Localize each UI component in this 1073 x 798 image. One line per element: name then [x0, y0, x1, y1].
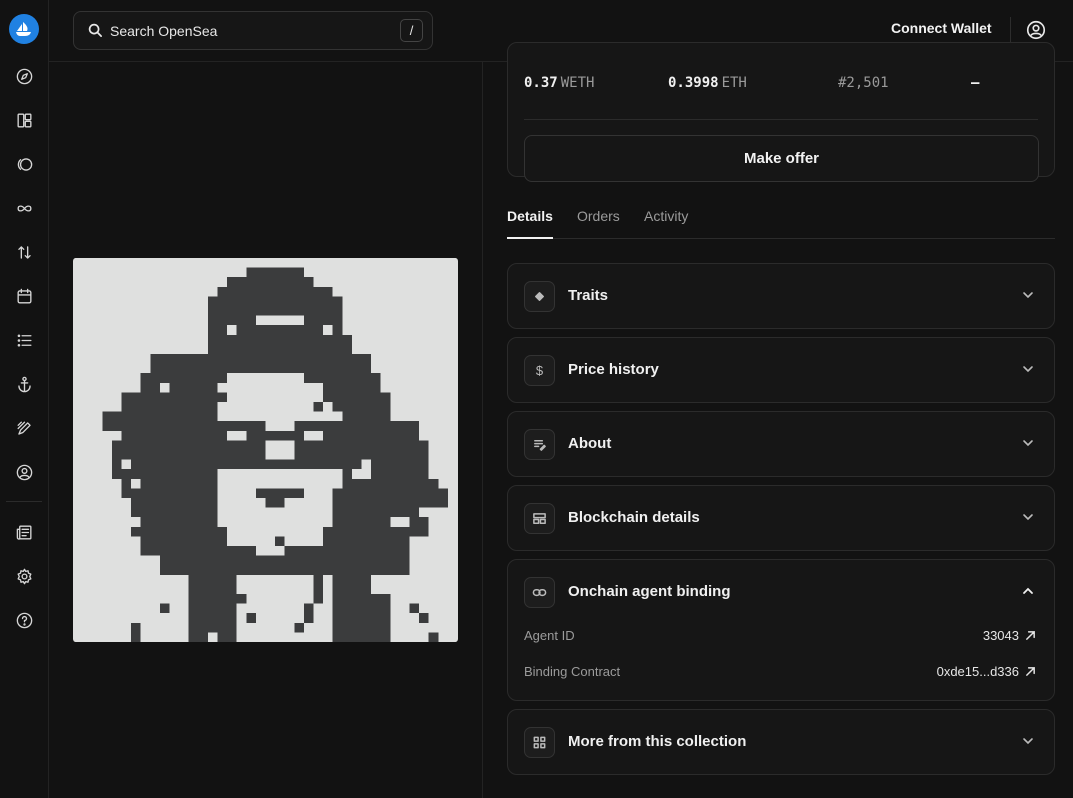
news-icon: [16, 524, 32, 540]
last-sale-unit: ETH: [721, 75, 747, 91]
account-icon[interactable]: [1025, 19, 1047, 41]
details-panel: 0.37 WETH 0.3998 ETH #2,501 – Make offer D…: [484, 42, 1073, 798]
chevron-down-icon: [1023, 366, 1033, 373]
link-icon: [524, 577, 555, 608]
calendar-icon: [16, 288, 32, 304]
agent-binding-section: Onchain agent binding Agent ID 33043 Bin…: [507, 559, 1055, 701]
blockchain-details-title: Blockchain details: [568, 509, 700, 526]
grid-icon: [524, 727, 555, 758]
make-offer-button[interactable]: Make offer: [524, 135, 1039, 182]
sidebar-item-discover[interactable]: [0, 61, 48, 91]
search-input[interactable]: [110, 12, 390, 49]
agent-binding-title: Onchain agent binding: [568, 583, 731, 600]
opensea-logo[interactable]: [9, 14, 39, 44]
opensea-boat-icon: [16, 22, 31, 36]
sidebar-item-swap[interactable]: [0, 237, 48, 267]
chevron-down-icon: [1023, 292, 1033, 299]
blockchain-details-section[interactable]: Blockchain details: [507, 485, 1055, 551]
dollar-icon: $: [524, 355, 555, 386]
nft-image[interactable]: [73, 258, 458, 642]
topbar-divider: [1010, 17, 1011, 43]
last-sale: 0.3998 ETH: [668, 75, 747, 91]
sidebar-item-news[interactable]: [0, 517, 48, 547]
sidebar-item-profile[interactable]: [0, 457, 48, 487]
external-arrow-icon: [1026, 631, 1035, 640]
sidebar-item-tokens[interactable]: [0, 149, 48, 179]
tab-orders[interactable]: Orders: [577, 208, 620, 239]
about-title: About: [568, 435, 612, 452]
agent-id-label: Agent ID: [524, 628, 575, 643]
connect-wallet-button[interactable]: Connect Wallet: [891, 20, 992, 36]
image-panel: [49, 62, 483, 798]
chevron-down-icon: [1023, 514, 1033, 521]
rarity-rank: #2,501: [838, 75, 889, 91]
binding-contract-value: 0xde15...d336: [936, 664, 1019, 679]
about-section[interactable]: About: [507, 411, 1055, 477]
binding-contract-link[interactable]: 0xde15...d336: [937, 664, 1036, 679]
notes-icon: [524, 429, 555, 460]
anchor-icon: [17, 376, 31, 392]
sidebar-item-collections[interactable]: [0, 105, 48, 135]
layout-icon: [16, 112, 32, 128]
sidebar: [0, 0, 49, 798]
best-offer-unit: WETH: [560, 75, 595, 91]
sidebar-item-settings[interactable]: [0, 561, 48, 591]
price-divider: [524, 119, 1038, 120]
search-bar[interactable]: /: [73, 11, 433, 50]
sidebar-divider: [6, 501, 42, 502]
list-icon: [17, 333, 32, 347]
blocks-icon: [524, 503, 555, 534]
agent-id-value: 33043: [982, 628, 1019, 643]
traits-title: Traits: [568, 287, 609, 304]
external-arrow-icon: [1026, 667, 1035, 676]
chevron-up-icon[interactable]: [1022, 587, 1034, 595]
tab-activity[interactable]: Activity: [644, 208, 688, 239]
sidebar-item-calendar[interactable]: [0, 281, 48, 311]
sidebar-item-anchor[interactable]: [0, 369, 48, 399]
profile-icon: [16, 464, 32, 480]
sidebar-item-create[interactable]: [0, 413, 48, 443]
search-icon: [88, 23, 102, 37]
pixel-portrait: [73, 258, 458, 642]
binding-contract-label: Binding Contract: [524, 664, 621, 679]
settings-icon: [16, 568, 32, 584]
price-history-section[interactable]: $ Price history: [507, 337, 1055, 403]
more-from-collection-section[interactable]: More from this collection: [507, 709, 1055, 775]
help-icon: [16, 612, 32, 628]
agent-id-link[interactable]: 33043: [983, 628, 1036, 643]
search-shortcut-key: /: [400, 19, 423, 42]
traits-icon: [524, 281, 555, 312]
compass-icon: [16, 68, 32, 84]
tab-details[interactable]: Details: [507, 208, 553, 239]
price-history-title: Price history: [568, 361, 659, 378]
sidebar-item-list[interactable]: [0, 325, 48, 355]
more-from-collection-title: More from this collection: [568, 733, 747, 750]
sidebar-item-help[interactable]: [0, 605, 48, 635]
last-sale-value: 0.3998: [668, 75, 719, 91]
sidebar-item-infinity[interactable]: [0, 193, 48, 223]
swap-icon: [17, 245, 31, 259]
detail-tabs: Details Orders Activity: [507, 198, 1055, 239]
pen-icon: [16, 420, 31, 435]
traits-section[interactable]: Traits: [507, 263, 1055, 329]
price-card: 0.37 WETH 0.3998 ETH #2,501 – Make offer: [507, 42, 1055, 182]
chevron-down-icon: [1023, 440, 1033, 447]
infinity-icon: [16, 204, 32, 212]
chevron-down-icon: [1023, 738, 1033, 745]
tokens-icon: [17, 157, 32, 171]
best-offer: 0.37 WETH: [524, 75, 594, 91]
best-offer-value: 0.37: [524, 75, 558, 91]
extra-value: –: [971, 75, 980, 91]
